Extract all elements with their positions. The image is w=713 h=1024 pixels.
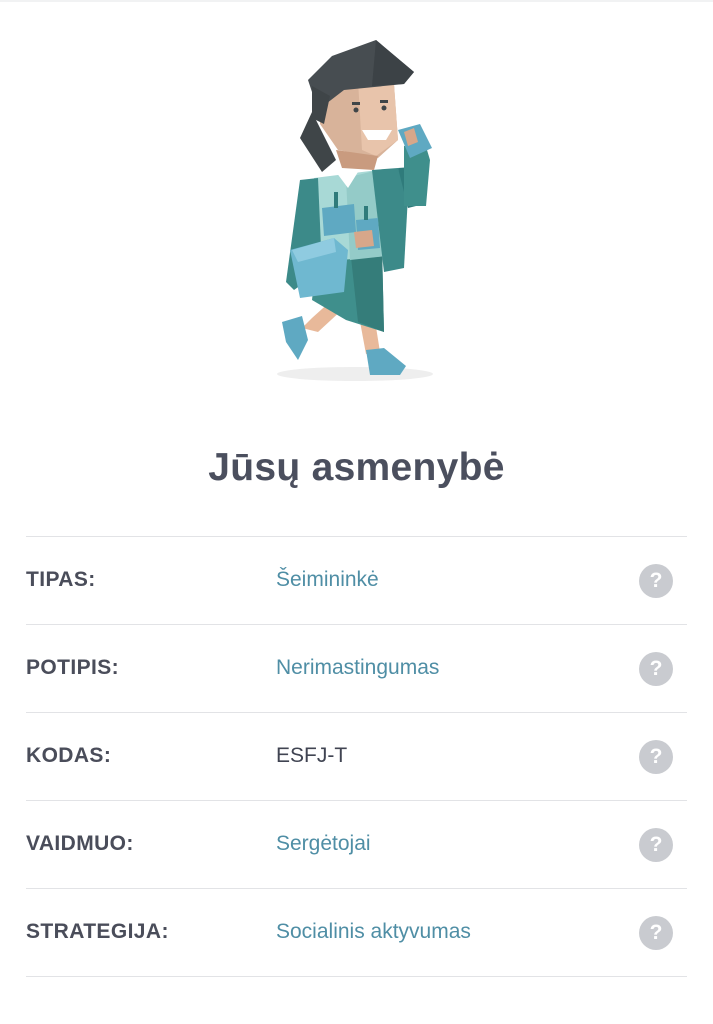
code-help-icon[interactable]: ?	[639, 740, 673, 774]
role-value-link[interactable]: Sergėtojai	[276, 832, 371, 856]
subtype-value-link[interactable]: Nerimastingumas	[276, 656, 439, 680]
row-subtype: POTIPIS: Nerimastingumas ?	[26, 625, 687, 713]
subtype-help-icon[interactable]: ?	[639, 652, 673, 686]
role-help-icon[interactable]: ?	[639, 828, 673, 862]
woman-phone-shopping-illustration	[277, 40, 433, 381]
row-strategy: STRATEGIJA: Socialinis aktyvumas ?	[26, 889, 687, 977]
strategy-value-link[interactable]: Socialinis aktyvumas	[276, 920, 471, 944]
page-title: Jūsų asmenybė	[208, 446, 505, 489]
personality-details-table: TIPAS: Šeimininkė ? POTIPIS: Nerimasting…	[26, 536, 687, 977]
personality-illustration	[0, 0, 713, 400]
type-help-icon[interactable]: ?	[639, 564, 673, 598]
row-role: VAIDMUO: Sergėtojai ?	[26, 801, 687, 889]
type-label: TIPAS:	[26, 568, 96, 591]
row-code: KODAS: ESFJ-T ?	[26, 713, 687, 801]
role-label: VAIDMUO:	[26, 832, 134, 855]
row-type: TIPAS: Šeimininkė ?	[26, 537, 687, 625]
type-value-link[interactable]: Šeimininkė	[276, 568, 379, 592]
strategy-help-icon[interactable]: ?	[639, 916, 673, 950]
code-label: KODAS:	[26, 744, 112, 767]
code-value: ESFJ-T	[276, 744, 348, 767]
subtype-label: POTIPIS:	[26, 656, 120, 679]
strategy-label: STRATEGIJA:	[26, 920, 169, 943]
